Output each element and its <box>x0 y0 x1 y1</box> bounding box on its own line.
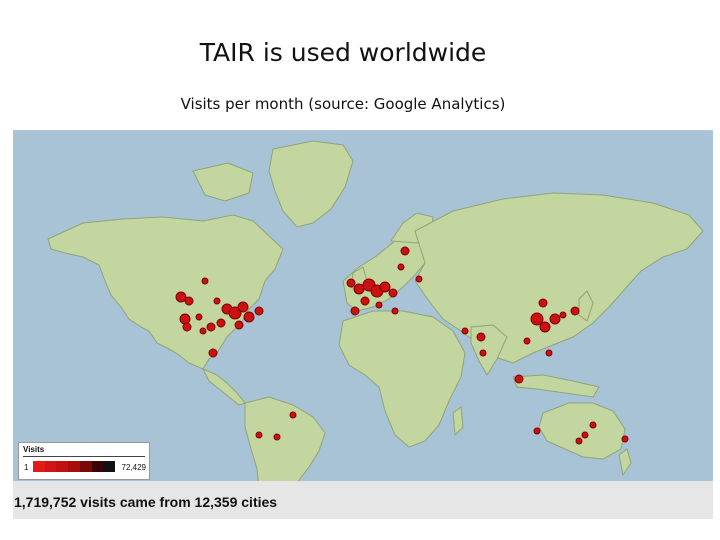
legend-scale-swatch <box>103 461 116 472</box>
visit-marker <box>523 337 531 345</box>
visit-marker <box>400 246 410 256</box>
visit-marker <box>289 411 297 419</box>
visit-marker <box>234 320 244 330</box>
legend-scale-swatch <box>91 461 104 472</box>
visit-marker <box>346 278 356 288</box>
visit-marker <box>538 298 548 308</box>
visit-marker <box>476 332 486 342</box>
visit-marker <box>184 296 194 306</box>
visits-summary: 1,719,752 visits came from 12,359 cities <box>14 494 278 510</box>
visit-marker <box>199 327 207 335</box>
visit-marker <box>545 349 553 357</box>
visit-marker <box>255 431 263 439</box>
visit-marker <box>533 427 541 435</box>
slide-subtitle: Visits per month (source: Google Analyti… <box>180 95 506 113</box>
visit-marker <box>581 431 589 439</box>
visit-marker <box>254 306 264 316</box>
visit-marker <box>388 288 398 298</box>
visit-marker <box>179 313 191 325</box>
landmass-africa <box>338 310 466 448</box>
legend-color-scale <box>33 461 116 472</box>
visit-marker <box>559 311 567 319</box>
landmass-greenland <box>268 140 354 228</box>
visit-marker <box>243 311 255 323</box>
visits-legend: Visits 1 72,429 <box>18 442 150 480</box>
legend-max-value: 72,429 <box>121 463 146 472</box>
landmass-australia <box>538 402 626 460</box>
legend-scale-swatch <box>33 461 45 472</box>
visit-marker <box>360 296 370 306</box>
visit-marker <box>273 433 281 441</box>
legend-scale-swatch <box>79 461 92 472</box>
landmass-arctic-islands <box>192 162 254 202</box>
visit-marker <box>379 281 391 293</box>
visit-marker <box>549 313 561 325</box>
landmass-madagascar <box>452 406 464 437</box>
visit-marker <box>375 301 383 309</box>
legend-title: Visits <box>23 445 45 454</box>
visit-marker <box>175 291 187 303</box>
visit-marker <box>397 263 405 271</box>
visit-marker <box>208 348 218 358</box>
visit-marker <box>216 318 226 328</box>
visit-marker <box>514 374 524 384</box>
landmass-indonesia <box>512 374 600 398</box>
visit-marker <box>621 435 629 443</box>
slide-title: TAIR is used worldwide <box>199 38 487 67</box>
visit-marker <box>237 301 249 313</box>
visit-marker <box>539 321 551 333</box>
visit-marker <box>479 349 487 357</box>
visit-marker <box>575 437 583 445</box>
visit-marker <box>213 297 221 305</box>
legend-scale-swatch <box>56 461 69 472</box>
visit-marker <box>350 306 360 316</box>
legend-divider <box>23 456 145 457</box>
landmass-asia <box>414 192 704 364</box>
legend-scale-swatch <box>44 461 57 472</box>
visit-marker <box>589 421 597 429</box>
visit-marker <box>182 322 192 332</box>
landmass-new-zealand <box>618 448 632 477</box>
visit-marker <box>201 277 209 285</box>
visit-marker <box>195 313 203 321</box>
visit-marker <box>353 283 365 295</box>
landmass-north-america <box>47 214 284 370</box>
visit-marker <box>206 322 216 332</box>
legend-scale-swatch <box>68 461 80 472</box>
landmass-india <box>470 324 508 376</box>
visit-marker <box>415 275 423 283</box>
legend-min-value: 1 <box>24 463 29 472</box>
visit-marker <box>391 307 399 315</box>
visit-marker <box>461 327 469 335</box>
landmass-central-america <box>201 368 246 406</box>
visit-marker <box>570 306 580 316</box>
